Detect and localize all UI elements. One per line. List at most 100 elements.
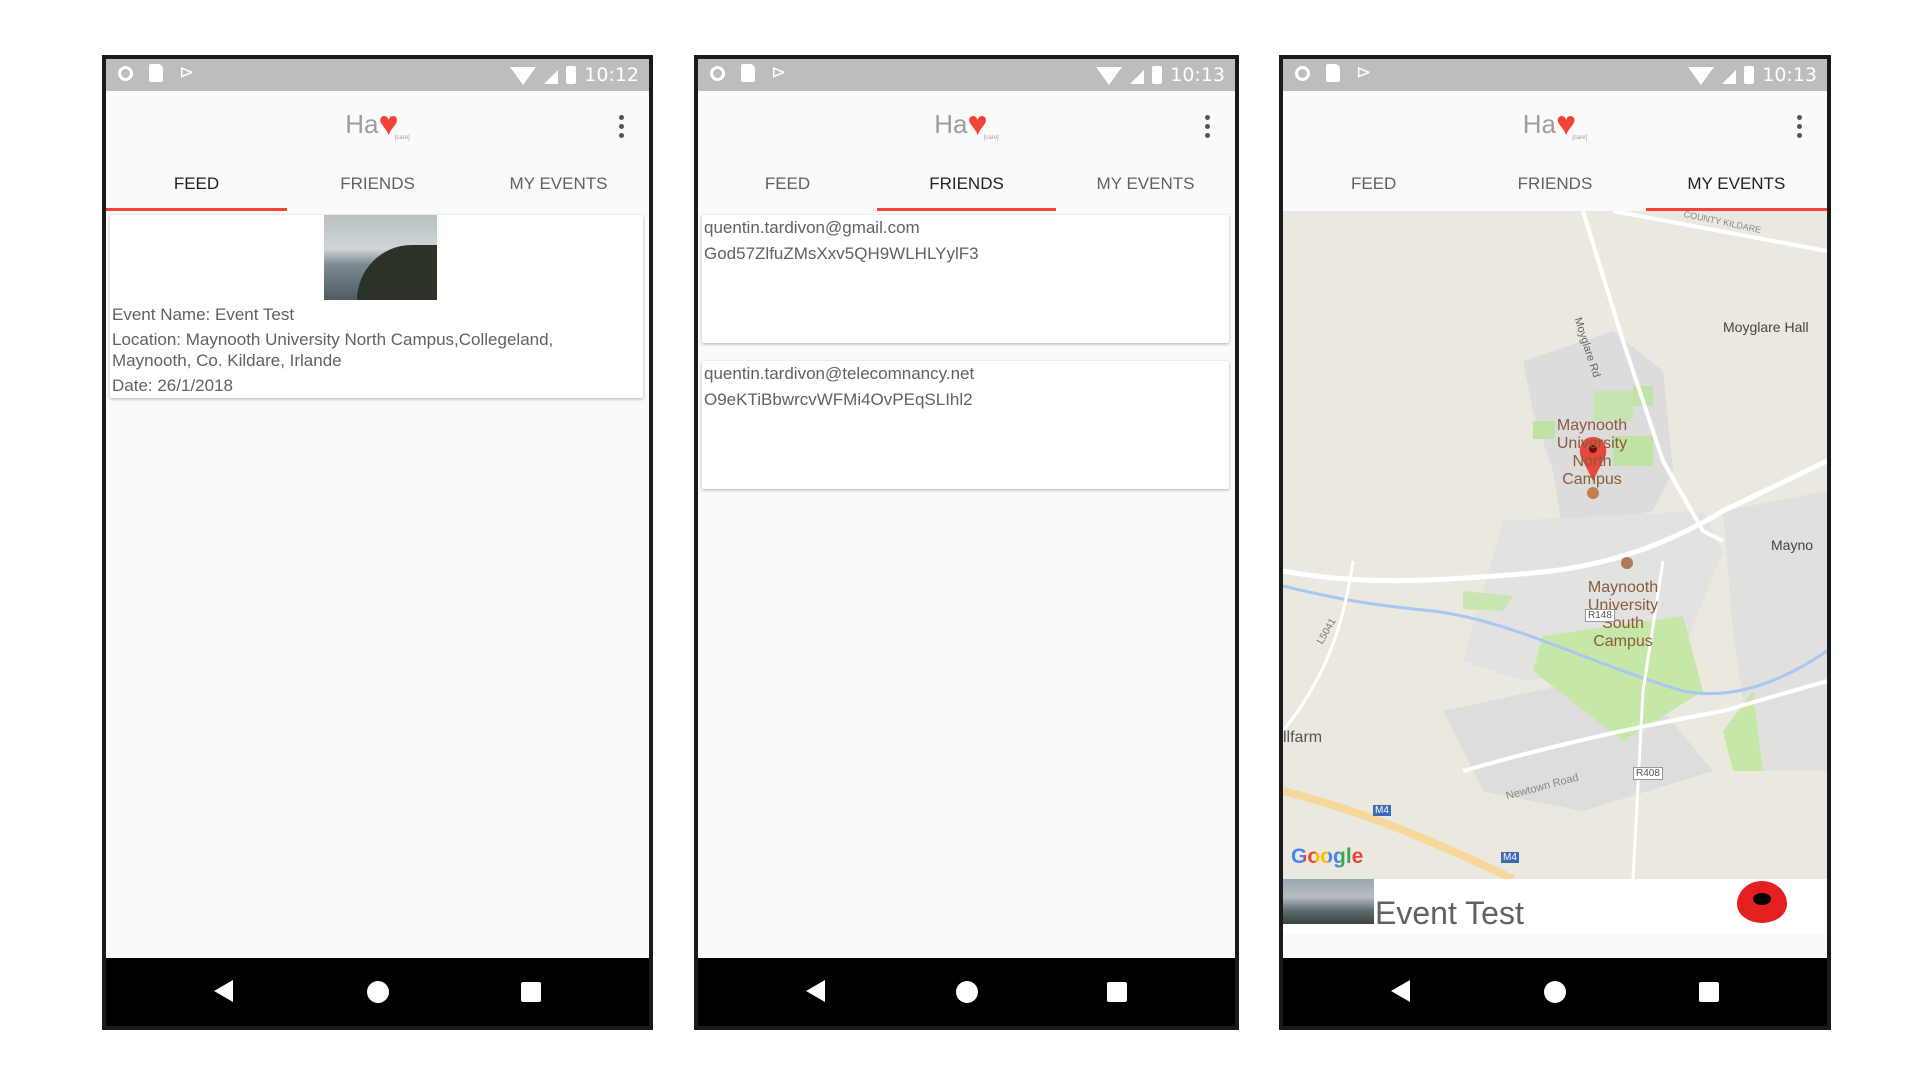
friend-email: quentin.tardivon@gmail.com (704, 218, 920, 237)
app-logo: Ha ♥ [care] (934, 107, 999, 141)
label-illfarm: llfarm (1283, 729, 1323, 746)
logo-subtext: [care] (394, 135, 410, 141)
friend-id: O9eKTiBbwrcvWFMi4OvPEqSLIhl2 (704, 390, 973, 409)
back-icon[interactable] (806, 980, 825, 1002)
map-label: Maynooth (1587, 579, 1659, 596)
tab-my-events[interactable]: MY EVENTS (1056, 161, 1235, 211)
recents-icon[interactable] (1107, 982, 1127, 1002)
wifi-icon (1096, 67, 1123, 85)
back-icon[interactable] (214, 980, 233, 1002)
back-icon[interactable] (1391, 980, 1410, 1002)
tab-my-events[interactable]: MY EVENTS (1645, 161, 1827, 211)
event-photo (324, 215, 437, 300)
sd-card-icon (741, 64, 755, 82)
map-view[interactable]: Maynooth University North Campus Maynoot… (1283, 211, 1827, 879)
home-icon[interactable] (1544, 981, 1566, 1003)
event-thumbnail (1283, 879, 1374, 924)
map-marker-icon[interactable] (1737, 881, 1787, 923)
tab-my-events[interactable]: MY EVENTS (468, 161, 649, 211)
label-moyglare-hall: Moyglare Hall (1723, 319, 1809, 335)
play-store-icon: ⊳ (1356, 62, 1372, 83)
logo-text: Ha (1522, 109, 1557, 139)
status-time: 10:13 (1762, 64, 1817, 86)
play-store-icon: ⊳ (179, 62, 195, 83)
tab-feed[interactable]: FEED (698, 161, 877, 211)
wifi-icon (510, 67, 537, 85)
friend-card[interactable]: quentin.tardivon@telecomnancy.net O9eKTi… (702, 361, 1229, 489)
app-bar: Ha ♥ [care] (698, 91, 1235, 161)
label-maynooth: Mayno (1771, 537, 1814, 553)
event-date: Date: 26/1/2018 (112, 376, 233, 395)
app-logo: Ha ♥ [care] (345, 107, 410, 141)
poi-icon (1621, 557, 1633, 569)
signal-icon (544, 70, 559, 84)
friend-card[interactable]: quentin.tardivon@gmail.com God57ZlfuZMsX… (702, 215, 1229, 343)
tab-bar: FEED FRIENDS MY EVENTS (1283, 161, 1827, 211)
overflow-menu-icon[interactable] (619, 115, 625, 138)
status-bar: ⊳ 10:13 (698, 59, 1235, 91)
phone-screen-my-events: ⊳ 10:13 Ha ♥ [care] FEED FRIENDS MY EVEN… (1279, 55, 1831, 1030)
app-logo: Ha ♥ [care] (1522, 107, 1588, 141)
event-title: Event Test (1375, 895, 1524, 931)
home-icon[interactable] (955, 981, 978, 1003)
notification-circle-icon (118, 65, 133, 81)
nav-bar (1283, 958, 1827, 1026)
recents-icon[interactable] (521, 982, 541, 1002)
notification-circle-icon (710, 65, 725, 81)
app-bar: Ha ♥ [care] (106, 91, 649, 161)
status-time: 10:12 (584, 64, 639, 86)
event-location: Location: Maynooth University North Camp… (112, 330, 554, 370)
feed-content: Event Name: Event Test Location: Maynoot… (106, 211, 649, 958)
event-card[interactable]: Event Name: Event Test Location: Maynoot… (110, 215, 643, 398)
map-label: North Campus (1562, 453, 1622, 488)
phone-screen-feed: ⊳ 10:12 Ha ♥ [care] FEED FRIENDS MY EVEN… (102, 55, 653, 1030)
friend-id: God57ZlfuZMsXxv5QH9WLHLYylF3 (704, 244, 979, 263)
logo-text: Ha (345, 109, 379, 139)
signal-icon (1130, 70, 1145, 84)
home-icon[interactable] (366, 981, 389, 1003)
wifi-icon (1688, 67, 1715, 85)
tab-friends[interactable]: FRIENDS (877, 161, 1056, 211)
label-r148: R148 (1585, 609, 1615, 622)
phone-screen-friends: ⊳ 10:13 Ha ♥ [care] FEED FRIENDS MY EVEN… (694, 55, 1239, 1030)
app-bar: Ha ♥ [care] (1283, 91, 1827, 161)
nav-bar (106, 958, 649, 1026)
battery-icon (566, 66, 577, 84)
map-label: University (1556, 435, 1628, 452)
label-north-campus: Maynooth University North Campus (1547, 417, 1637, 489)
road-l5041 (1283, 560, 1355, 732)
notification-circle-icon (1295, 65, 1310, 81)
tab-feed[interactable]: FEED (1283, 161, 1464, 211)
overflow-menu-icon[interactable] (1205, 115, 1211, 138)
play-store-icon: ⊳ (771, 62, 787, 83)
friends-content: quentin.tardivon@gmail.com God57ZlfuZMsX… (698, 211, 1235, 958)
event-list-item[interactable]: Event Test (1283, 879, 1827, 934)
overflow-menu-icon[interactable] (1797, 115, 1803, 138)
label-m4: M4 (1501, 852, 1519, 863)
label-r408: R408 (1633, 767, 1663, 780)
label-m4: M4 (1373, 805, 1391, 816)
logo-text: Ha (934, 109, 968, 139)
tab-friends[interactable]: FRIENDS (1464, 161, 1645, 211)
tab-bar: FEED FRIENDS MY EVENTS (698, 161, 1235, 211)
friend-email: quentin.tardivon@telecomnancy.net (704, 364, 975, 383)
signal-icon (1722, 70, 1737, 84)
map-label: Maynooth (1556, 417, 1628, 434)
logo-subtext: [care] (1572, 135, 1588, 141)
logo-subtext: [care] (983, 135, 999, 141)
sd-card-icon (1326, 64, 1340, 82)
battery-icon (1744, 66, 1755, 84)
my-events-content: Maynooth University North Campus Maynoot… (1283, 211, 1827, 958)
status-time: 10:13 (1170, 64, 1225, 86)
tab-feed[interactable]: FEED (106, 161, 287, 211)
sd-card-icon (149, 64, 163, 82)
event-name: Event Name: Event Test (112, 305, 295, 324)
tab-friends[interactable]: FRIENDS (287, 161, 468, 211)
recents-icon[interactable] (1699, 982, 1719, 1002)
tab-bar: FEED FRIENDS MY EVENTS (106, 161, 649, 211)
google-logo: Google (1291, 845, 1364, 868)
battery-icon (1152, 66, 1163, 84)
status-bar: ⊳ 10:13 (1283, 59, 1827, 91)
status-bar: ⊳ 10:12 (106, 59, 649, 91)
nav-bar (698, 958, 1235, 1026)
